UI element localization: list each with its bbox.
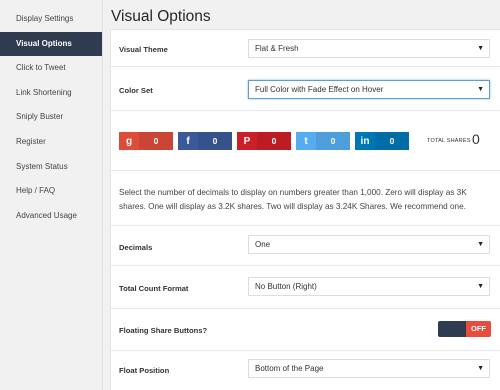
sidebar-item-visual-options[interactable]: Visual Options [0, 31, 102, 57]
sidebar: Display Settings Visual Options Click to… [0, 0, 103, 390]
google-plus-icon: g [125, 135, 133, 147]
visual-theme-row: Visual Theme Flat & Fresh ▼ [111, 30, 500, 67]
sidebar-item-link-shortening[interactable]: Link Shortening [0, 81, 102, 106]
sidebar-item-advanced-usage[interactable]: Advanced Usage [0, 204, 102, 229]
floating-share-label: Floating Share Buttons? [119, 326, 208, 335]
page-title: Visual Options [111, 8, 211, 25]
float-position-value: Bottom of the Page [255, 364, 324, 373]
share-count: 0 [316, 132, 350, 150]
sidebar-item-sniply-buster[interactable]: Sniply Buster [0, 105, 102, 130]
chevron-down-icon: ▼ [477, 45, 484, 52]
sidebar-item-click-to-tweet[interactable]: Click to Tweet [0, 56, 102, 81]
color-set-value: Full Color with Fade Effect on Hover [255, 85, 384, 94]
twitter-icon: t [304, 135, 308, 147]
sidebar-item-system-status[interactable]: System Status [0, 155, 102, 180]
color-set-label: Color Set [119, 86, 153, 95]
float-position-select[interactable]: Bottom of the Page ▼ [248, 359, 490, 378]
visual-theme-label: Visual Theme [119, 45, 168, 54]
share-count: 0 [257, 132, 291, 150]
visual-theme-select[interactable]: Flat & Fresh ▼ [248, 39, 490, 58]
pinterest-share-button[interactable]: P 0 [237, 132, 291, 150]
toggle-off-label: OFF [466, 321, 491, 337]
chevron-down-icon: ▼ [477, 365, 484, 372]
facebook-icon: f [186, 135, 190, 147]
total-count-format-select[interactable]: No Button (Right) ▼ [248, 277, 490, 296]
sidebar-item-display-settings[interactable]: Display Settings [0, 7, 102, 32]
decimals-row: Decimals One ▼ [111, 226, 500, 266]
chevron-down-icon: ▼ [477, 241, 484, 248]
facebook-share-button[interactable]: f 0 [178, 132, 232, 150]
google-plus-share-button[interactable]: g 0 [119, 132, 173, 150]
share-count: 0 [375, 132, 409, 150]
decimals-value: One [255, 240, 271, 249]
total-shares-count: 0 [472, 131, 480, 147]
sidebar-item-help-faq[interactable]: Help / FAQ [0, 179, 102, 204]
chevron-down-icon: ▼ [477, 283, 484, 290]
linkedin-share-button[interactable]: in 0 [355, 132, 409, 150]
total-count-format-row: Total Count Format No Button (Right) ▼ [111, 266, 500, 309]
share-count: 0 [198, 132, 232, 150]
float-position-label: Float Position [119, 366, 170, 375]
pinterest-icon: P [243, 135, 251, 147]
sidebar-item-register[interactable]: Register [0, 130, 102, 155]
float-position-row: Float Position Bottom of the Page ▼ [111, 351, 500, 390]
toggle-knob [438, 321, 466, 337]
decimals-select[interactable]: One ▼ [248, 235, 490, 254]
visual-theme-value: Flat & Fresh [255, 44, 299, 53]
total-count-format-label: Total Count Format [119, 284, 189, 293]
linkedin-icon: in [360, 135, 370, 147]
floating-share-toggle[interactable]: OFF [438, 321, 491, 337]
color-set-select[interactable]: Full Color with Fade Effect on Hover ▼ [248, 80, 490, 99]
color-set-row: Color Set Full Color with Fade Effect on… [111, 67, 500, 111]
settings-panel: Visual Theme Flat & Fresh ▼ Color Set Fu… [110, 29, 500, 390]
decimals-label: Decimals [119, 243, 153, 252]
twitter-share-button[interactable]: t 0 [296, 132, 350, 150]
decimals-description: Select the number of decimals to display… [119, 188, 467, 211]
main-content: Visual Options Visual Theme Flat & Fresh… [103, 0, 500, 390]
sidebar-nav: Display Settings Visual Options Click to… [0, 0, 102, 228]
total-count-format-value: No Button (Right) [255, 282, 317, 291]
total-shares-label: TOTAL SHARES [427, 138, 471, 144]
share-count: 0 [139, 132, 173, 150]
chevron-down-icon: ▼ [477, 86, 484, 93]
